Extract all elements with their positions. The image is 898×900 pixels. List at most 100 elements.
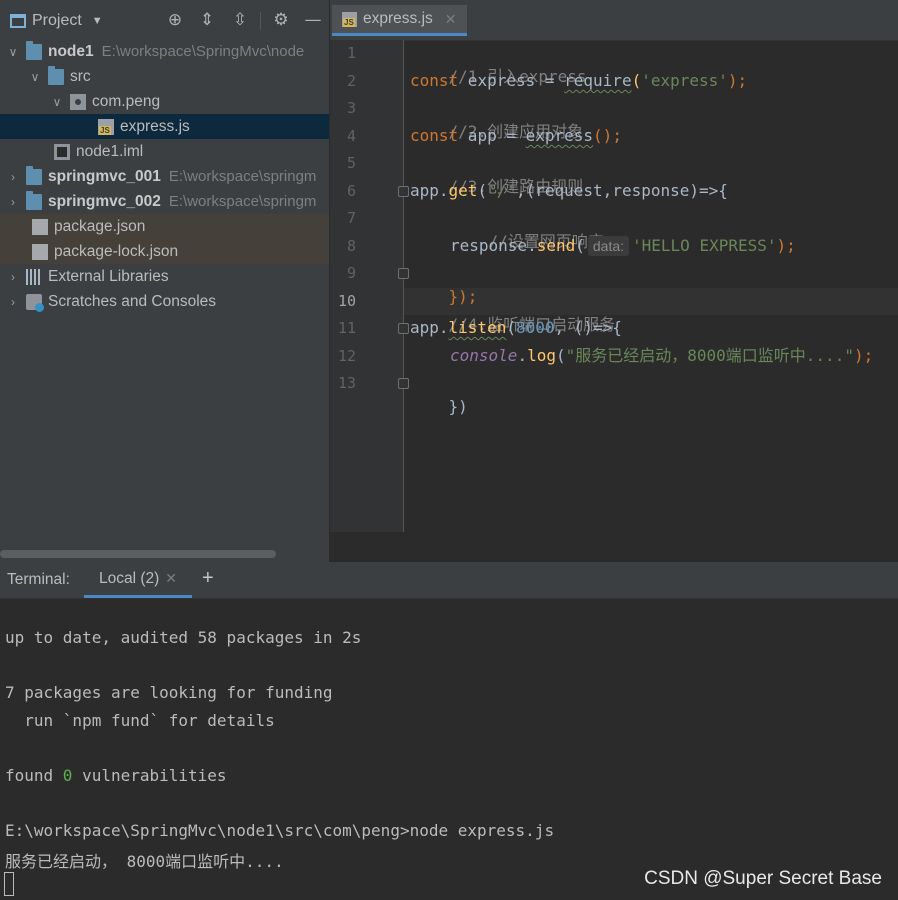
code-line-9[interactable]: }); <box>410 261 478 306</box>
code-line-2[interactable]: const express = require('express'); <box>410 69 747 93</box>
code-line-6[interactable]: app.get('/',(request,response)=>{ <box>410 179 728 203</box>
horizontal-scrollbar[interactable] <box>0 550 276 558</box>
terminal-panel: Terminal: Local (2) ✕ + up to date, audi… <box>0 562 898 900</box>
line-number: 2 <box>346 72 356 90</box>
tree-item-path: E:\workspace\springm <box>168 193 317 210</box>
code-text: . <box>517 346 528 365</box>
parameter-hint: data: <box>587 236 630 256</box>
code-line-8[interactable]: response.send(data: 'HELLO EXPRESS'); <box>450 234 796 258</box>
line-number-current: 10 <box>337 292 356 310</box>
fold-marker-icon[interactable] <box>398 186 409 197</box>
chevron-down-icon[interactable]: ∨ <box>28 70 42 84</box>
tree-item-com-peng[interactable]: ∨ com.peng <box>0 89 329 114</box>
gear-icon[interactable]: ⚙ <box>272 10 290 30</box>
hide-panel-icon[interactable]: — <box>304 10 322 30</box>
code-object: console <box>450 346 518 365</box>
chevron-down-icon[interactable]: ∨ <box>6 45 20 59</box>
code-paren: ( <box>506 318 516 337</box>
code-function: get <box>448 181 478 200</box>
terminal-cursor[interactable] <box>4 872 14 896</box>
tree-item-package-json[interactable]: package.json <box>0 214 329 239</box>
tab-local-2[interactable]: Local (2) ✕ <box>84 562 192 598</box>
code-text: express = <box>458 71 565 90</box>
library-icon <box>26 268 42 285</box>
code-line-11[interactable]: app.listen(8000, ()=>{ <box>410 316 622 340</box>
tree-item-external-libraries[interactable]: › External Libraries <box>0 264 329 289</box>
code-paren: (); <box>593 126 622 145</box>
tree-item-label: express.js <box>120 117 190 135</box>
code-line-13[interactable]: }) <box>410 371 468 416</box>
code-keyword: const <box>410 126 459 145</box>
code-line-5[interactable]: //3.创建路由规则 <box>410 151 584 196</box>
js-file-icon <box>98 118 114 135</box>
tree-item-label: package.json <box>54 217 146 235</box>
code-text: app = <box>458 126 526 145</box>
fold-marker-icon[interactable] <box>398 323 409 334</box>
terminal-label: Terminal: <box>7 571 70 588</box>
line-number: 6 <box>346 182 356 200</box>
code-line-7[interactable]: //设置网页响应 <box>450 206 604 251</box>
terminal-output-line: up to date, audited 58 packages in 2s <box>5 628 362 647</box>
json-file-icon <box>32 243 48 260</box>
code-keyword: const <box>410 71 459 90</box>
fold-marker-icon[interactable] <box>398 268 409 279</box>
package-icon <box>70 93 86 110</box>
code-string: "服务已经启动，8000端口监听中...." <box>565 346 854 365</box>
chevron-right-icon[interactable]: › <box>6 270 20 284</box>
tab-label: Local (2) <box>98 569 160 587</box>
tree-item-springmvc-001[interactable]: › springmvc_001 E:\workspace\springm <box>0 164 329 189</box>
tree-item-path: E:\workspace\springm <box>168 168 317 185</box>
terminal-output-line: 7 packages are looking for funding <box>5 683 333 702</box>
line-number: 5 <box>346 154 356 172</box>
vulnerability-count: 0 <box>62 766 73 785</box>
code-line-10[interactable]: //4.监听端口启动服务 <box>410 289 616 334</box>
code-text: response. <box>450 236 537 255</box>
code-text: }) <box>448 397 468 416</box>
line-number: 4 <box>346 127 356 145</box>
chevron-right-icon[interactable]: › <box>6 170 20 184</box>
chevron-right-icon[interactable]: › <box>6 295 20 309</box>
tab-express-js[interactable]: JS express.js ✕ <box>332 5 467 36</box>
code-paren: ); <box>776 236 796 255</box>
tree-item-path: E:\workspace\SpringMvc\node <box>101 43 305 60</box>
code-paren: ); <box>853 346 874 365</box>
code-line-1[interactable]: //1.引入express <box>410 41 587 86</box>
fold-marker-icon[interactable] <box>398 378 409 389</box>
project-panel-header: Project ▼ ⊕ ⇕ ⇳ ⚙ — <box>0 0 329 40</box>
code-function: express <box>525 126 594 145</box>
tree-item-express-js[interactable]: express.js <box>0 114 329 139</box>
line-number: 11 <box>337 319 356 337</box>
code-line-3[interactable]: //2.创建应用对象 <box>410 96 584 141</box>
chevron-right-icon[interactable]: › <box>6 195 20 209</box>
tree-item-springmvc-002[interactable]: › springmvc_002 E:\workspace\springm <box>0 189 329 214</box>
code-line-12[interactable]: console.log("服务已经启动，8000端口监听中...."); <box>450 344 873 368</box>
code-paren: ( <box>555 346 566 365</box>
line-number: 1 <box>346 44 356 62</box>
close-icon[interactable]: ✕ <box>165 570 177 587</box>
tab-label: express.js <box>363 10 433 27</box>
tree-item-label: Scratches and Consoles <box>48 292 217 310</box>
tree-item-scratches[interactable]: › Scratches and Consoles <box>0 289 329 314</box>
tree-item-label: External Libraries <box>48 267 169 285</box>
expand-all-icon[interactable]: ⇕ <box>198 10 216 30</box>
close-icon[interactable]: ✕ <box>445 11 457 28</box>
code-text: app. <box>410 318 449 337</box>
tree-item-src[interactable]: ∨ src <box>0 64 329 89</box>
line-number: 7 <box>346 209 356 227</box>
tree-item-package-lock-json[interactable]: package-lock.json <box>0 239 329 264</box>
tree-item-node1-iml[interactable]: node1.iml <box>0 139 329 164</box>
tree-item-label: package-lock.json <box>54 242 179 260</box>
locate-target-icon[interactable]: ⊕ <box>166 10 184 30</box>
tree-item-label: node1.iml <box>76 142 144 160</box>
project-view-selector[interactable]: Project ▼ <box>10 10 103 32</box>
code-line-4[interactable]: const app = express(); <box>410 124 622 148</box>
tree-item-label: springmvc_002 <box>48 192 161 210</box>
collapse-all-icon[interactable]: ⇳ <box>231 10 249 30</box>
chevron-down-icon[interactable]: ∨ <box>50 95 64 109</box>
module-folder-icon <box>26 165 42 185</box>
code-string: '/' <box>487 181 516 200</box>
add-terminal-button[interactable]: + <box>202 567 214 590</box>
line-number: 8 <box>346 237 356 255</box>
tree-item-node1[interactable]: ∨ node1 E:\workspace\SpringMvc\node <box>0 39 329 64</box>
watermark: CSDN @Super Secret Base <box>644 868 882 889</box>
